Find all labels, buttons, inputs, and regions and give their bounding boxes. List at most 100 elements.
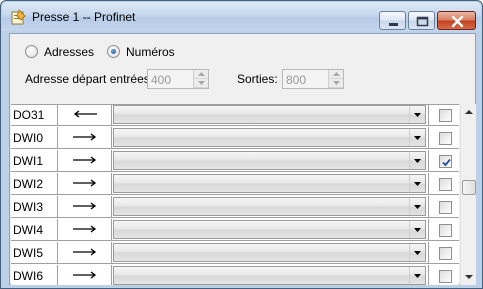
table-row: DWI5 bbox=[11, 242, 459, 264]
close-icon bbox=[451, 15, 464, 28]
signal-name-cell: DWI1 bbox=[11, 150, 58, 172]
checkmark-icon bbox=[442, 158, 451, 167]
start-inputs-label: Adresse départ entrées: bbox=[25, 72, 154, 86]
dropdown-button[interactable] bbox=[409, 175, 425, 192]
outputs-stepper[interactable]: 800 bbox=[282, 69, 344, 89]
arrow-right-icon bbox=[73, 202, 97, 210]
table-row: DWI3 bbox=[11, 196, 459, 218]
enable-checkbox[interactable] bbox=[439, 247, 452, 260]
chevron-down-icon bbox=[414, 159, 421, 163]
start-inputs-value: 400 bbox=[151, 73, 172, 87]
outputs-spin-buttons[interactable] bbox=[328, 70, 343, 88]
outputs-label: Sorties: bbox=[237, 72, 278, 86]
mapping-dropdown[interactable] bbox=[113, 105, 426, 124]
enable-cell bbox=[429, 219, 459, 241]
dropdown-button[interactable] bbox=[409, 267, 425, 284]
enable-cell bbox=[429, 196, 459, 218]
mapping-dropdown[interactable] bbox=[113, 151, 426, 170]
arrow-left-icon bbox=[73, 110, 97, 118]
title-bar[interactable]: Presse 1 -- Profinet bbox=[2, 2, 481, 31]
vertical-scrollbar[interactable] bbox=[460, 104, 476, 285]
scroll-thumb[interactable] bbox=[462, 180, 476, 195]
dropdown-button[interactable] bbox=[409, 244, 425, 261]
enable-checkbox[interactable] bbox=[439, 132, 452, 145]
close-button[interactable] bbox=[437, 11, 476, 30]
signal-name: DWI5 bbox=[13, 246, 43, 260]
scroll-up-button[interactable] bbox=[461, 104, 477, 120]
direction-cell bbox=[58, 127, 112, 149]
start-inputs-spin-buttons[interactable] bbox=[193, 70, 208, 88]
start-inputs-stepper[interactable]: 400 bbox=[147, 69, 209, 89]
enable-cell bbox=[429, 173, 459, 195]
signal-name: DWI4 bbox=[13, 223, 43, 237]
direction-cell bbox=[58, 265, 112, 285]
signal-name: DO31 bbox=[13, 108, 45, 122]
signal-name-cell: DWI3 bbox=[11, 196, 58, 218]
signal-name-cell: DO31 bbox=[11, 105, 58, 126]
minimize-icon bbox=[389, 23, 398, 26]
minimize-button[interactable] bbox=[379, 11, 406, 30]
enable-cell bbox=[429, 105, 459, 126]
dropdown-button[interactable] bbox=[409, 129, 425, 146]
mapping-cell bbox=[112, 219, 429, 241]
application-icon bbox=[11, 9, 26, 25]
direction-cell bbox=[58, 150, 112, 172]
dropdown-button[interactable] bbox=[409, 106, 425, 123]
scroll-down-button[interactable] bbox=[461, 269, 477, 285]
maximize-button[interactable] bbox=[408, 11, 435, 30]
enable-checkbox[interactable] bbox=[439, 201, 452, 214]
arrow-right-icon bbox=[73, 133, 97, 141]
enable-cell bbox=[429, 150, 459, 172]
signal-name: DWI3 bbox=[13, 200, 43, 214]
chevron-down-icon bbox=[414, 182, 421, 186]
dialog-body: Adresses Numéros Adresse départ entrées:… bbox=[9, 33, 476, 285]
radio-adresses-label[interactable]: Adresses bbox=[44, 45, 94, 59]
chevron-down-icon bbox=[414, 113, 421, 117]
chevron-down-icon bbox=[414, 228, 421, 232]
enable-cell bbox=[429, 265, 459, 285]
mapping-dropdown[interactable] bbox=[113, 220, 426, 239]
mapping-cell bbox=[112, 173, 429, 195]
enable-checkbox[interactable] bbox=[439, 109, 452, 122]
direction-cell bbox=[58, 173, 112, 195]
enable-checkbox[interactable] bbox=[439, 270, 452, 283]
spin-up-icon[interactable] bbox=[194, 70, 208, 79]
spin-down-icon[interactable] bbox=[329, 79, 343, 88]
mapping-dropdown[interactable] bbox=[113, 243, 426, 262]
mapping-dropdown[interactable] bbox=[113, 266, 426, 285]
mapping-cell bbox=[112, 127, 429, 149]
signal-name-cell: DWI4 bbox=[11, 219, 58, 241]
radio-numeros-label[interactable]: Numéros bbox=[126, 45, 175, 59]
signal-name-cell: DWI0 bbox=[11, 127, 58, 149]
direction-cell bbox=[58, 105, 112, 126]
mapping-dropdown[interactable] bbox=[113, 197, 426, 216]
dropdown-button[interactable] bbox=[409, 198, 425, 215]
mapping-cell bbox=[112, 150, 429, 172]
table-row: DWI4 bbox=[11, 219, 459, 241]
dropdown-button[interactable] bbox=[409, 152, 425, 169]
scroll-up-icon bbox=[465, 110, 473, 114]
signal-name-cell: DWI5 bbox=[11, 242, 58, 264]
enable-checkbox[interactable] bbox=[439, 155, 452, 168]
radio-adresses[interactable] bbox=[25, 45, 38, 58]
chevron-down-icon bbox=[414, 251, 421, 255]
mapping-dropdown[interactable] bbox=[113, 128, 426, 147]
dropdown-button[interactable] bbox=[409, 221, 425, 238]
mapping-cell bbox=[112, 242, 429, 264]
mapping-dropdown[interactable] bbox=[113, 174, 426, 193]
enable-checkbox[interactable] bbox=[439, 224, 452, 237]
direction-cell bbox=[58, 196, 112, 218]
radio-numeros[interactable] bbox=[107, 45, 120, 58]
spin-down-icon[interactable] bbox=[194, 79, 208, 88]
arrow-right-icon bbox=[73, 225, 97, 233]
chevron-down-icon bbox=[414, 274, 421, 278]
enable-checkbox[interactable] bbox=[439, 178, 452, 191]
arrow-right-icon bbox=[73, 248, 97, 256]
spin-up-icon[interactable] bbox=[329, 70, 343, 79]
table-row: DWI1 bbox=[11, 150, 459, 172]
table-row: DWI0 bbox=[11, 127, 459, 149]
direction-cell bbox=[58, 219, 112, 241]
table-row: DWI2 bbox=[11, 173, 459, 195]
signal-name: DWI1 bbox=[13, 154, 43, 168]
io-mapping-table: DO31 DWI0 DWI1 DWI2 DWI3 DWI4 DWI5 DWI6 bbox=[11, 104, 459, 285]
